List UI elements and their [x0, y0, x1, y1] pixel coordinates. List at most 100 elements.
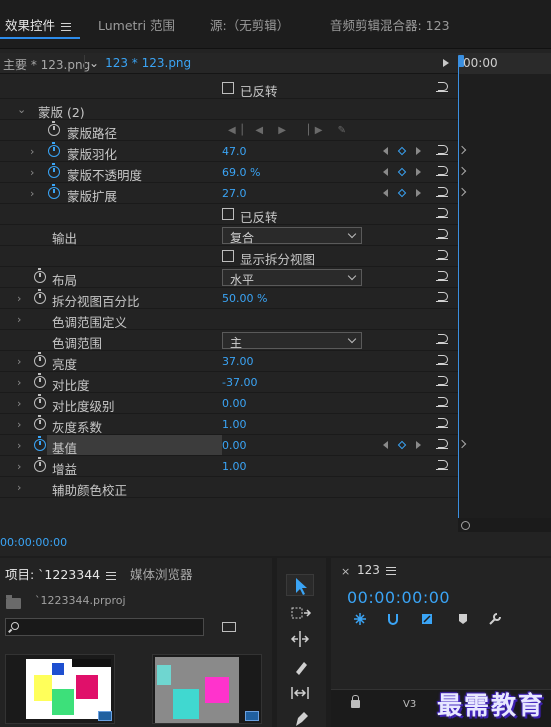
split-view-percent-value[interactable]: 50.00 % [222, 292, 267, 305]
zoom-handle[interactable] [461, 521, 470, 530]
reset-icon[interactable] [436, 228, 450, 240]
slip-tool-icon[interactable] [286, 682, 314, 704]
mask-opacity-value[interactable]: 69.0 % [222, 166, 260, 179]
stopwatch-icon[interactable] [34, 415, 46, 430]
search-input[interactable] [5, 618, 204, 636]
panel-menu-icon[interactable] [385, 566, 396, 575]
mask-path-track-controls[interactable]: ◀▏◀ ▶ ▕▶ ✎ [228, 125, 352, 136]
contrast-value[interactable]: -37.00 [222, 376, 257, 389]
tab-audio-clip-mixer[interactable]: 音频剪辑混合器: 123 [330, 15, 450, 34]
inverted-checkbox-1[interactable] [222, 82, 234, 94]
mask-expansion-value[interactable]: 27.0 [222, 187, 247, 200]
inverted-checkbox-2[interactable] [222, 208, 234, 220]
reset-icon[interactable] [436, 165, 450, 177]
marker-icon[interactable] [456, 612, 470, 626]
secondary-color-correction-label[interactable]: 辅助颜色校正 [52, 480, 127, 499]
keyframe-navigator[interactable] [383, 167, 423, 179]
wrench-icon[interactable] [488, 612, 502, 626]
chevron-right-icon[interactable]: › [17, 439, 21, 452]
tonal-range-dropdown[interactable]: 主 [222, 332, 362, 350]
layout-dropdown[interactable]: 水平 [222, 269, 362, 287]
chevron-right-icon[interactable]: › [17, 397, 21, 410]
show-split-view-checkbox[interactable] [222, 250, 234, 262]
reset-icon[interactable] [436, 81, 450, 93]
stopwatch-icon[interactable] [48, 163, 60, 178]
chevron-right-icon[interactable]: › [17, 481, 21, 494]
reset-icon[interactable] [436, 354, 450, 366]
tab-lumetri-scopes[interactable]: Lumetri 范围 [98, 15, 175, 34]
chevron-right-icon[interactable]: › [17, 292, 21, 305]
stopwatch-icon[interactable] [34, 289, 46, 304]
track-label-v3[interactable]: V3 [403, 699, 416, 710]
chevron-down-icon[interactable]: ⌄ [89, 56, 99, 70]
tab-program[interactable]: 123 [357, 563, 396, 577]
stopwatch-icon[interactable] [34, 352, 46, 367]
tab-source[interactable]: 源:（无剪辑） [210, 15, 289, 34]
stopwatch-icon[interactable] [48, 142, 60, 157]
mini-timeline-ruler[interactable]: 00:00 [458, 53, 551, 74]
stopwatch-icon[interactable] [34, 373, 46, 388]
reset-icon[interactable] [436, 333, 450, 345]
chevron-right-icon[interactable]: › [17, 355, 21, 368]
selection-tool-icon[interactable] [286, 574, 314, 596]
play-only-clip-audio-icon[interactable] [443, 59, 449, 67]
linked-selection-icon[interactable] [386, 612, 400, 626]
sequence-clip-label[interactable]: ⌄ 123 * 123.png [89, 56, 191, 70]
pedestal-value[interactable]: 0.00 [222, 439, 247, 452]
lock-icon[interactable] [351, 695, 360, 708]
chevron-right-icon[interactable]: › [17, 460, 21, 473]
stopwatch-icon[interactable] [34, 436, 46, 451]
stopwatch-icon[interactable] [34, 394, 46, 409]
gamma-value[interactable]: 1.00 [222, 418, 247, 431]
mask-feather-value[interactable]: 47.0 [222, 145, 247, 158]
clip-thumbnail[interactable] [152, 654, 262, 724]
add-marker-icon[interactable] [420, 612, 434, 626]
snap-icon[interactable] [353, 612, 367, 626]
reset-icon[interactable] [436, 291, 450, 303]
reset-icon[interactable] [436, 207, 450, 219]
panel-menu-icon[interactable] [106, 571, 117, 580]
contrast-level-value[interactable]: 0.00 [222, 397, 247, 410]
output-dropdown[interactable]: 复合 [222, 227, 362, 245]
new-bin-icon[interactable] [222, 622, 236, 632]
close-icon[interactable]: × [341, 565, 350, 578]
gain-value[interactable]: 1.00 [222, 460, 247, 473]
stopwatch-icon[interactable] [34, 268, 46, 283]
reset-icon[interactable] [436, 396, 450, 408]
chevron-right-icon[interactable]: › [30, 145, 34, 158]
brightness-value[interactable]: 37.00 [222, 355, 254, 368]
tonal-range-definition-label[interactable]: 色调范围定义 [52, 312, 127, 331]
chevron-right-icon[interactable]: › [17, 376, 21, 389]
stopwatch-icon[interactable] [48, 184, 60, 199]
chevron-right-icon[interactable]: › [17, 313, 21, 326]
reset-icon[interactable] [436, 417, 450, 429]
tab-effect-controls[interactable]: 效果控件 [5, 15, 72, 34]
mini-timeline-area[interactable] [458, 74, 551, 518]
tab-project[interactable]: 项目: `1223344 [5, 564, 117, 583]
keyframe-navigator[interactable] [383, 146, 423, 158]
reset-icon[interactable] [436, 144, 450, 156]
timeline-zoom-scrollbar[interactable] [458, 518, 551, 532]
panel-menu-icon[interactable] [61, 22, 72, 31]
chevron-right-icon[interactable]: › [17, 418, 21, 431]
chevron-right-icon[interactable]: › [30, 187, 34, 200]
reset-icon[interactable] [436, 249, 450, 261]
razor-tool-icon[interactable] [286, 656, 314, 678]
pen-tool-icon[interactable] [286, 708, 314, 727]
keyframe-navigator[interactable] [383, 188, 423, 200]
mask-2-label[interactable]: 蒙版 (2) [38, 102, 85, 121]
current-time-display[interactable]: 00:00:00:00 [0, 536, 67, 549]
track-select-tool-icon[interactable] [286, 602, 314, 624]
keyframe-navigator[interactable] [383, 440, 423, 452]
reset-icon[interactable] [436, 459, 450, 471]
reset-icon[interactable] [436, 375, 450, 387]
master-clip-label[interactable]: 主要 * 123.png [3, 56, 90, 73]
tab-media-browser[interactable]: 媒体浏览器 [130, 564, 193, 583]
reset-icon[interactable] [436, 186, 450, 198]
reset-icon[interactable] [436, 270, 450, 282]
stopwatch-icon[interactable] [48, 121, 60, 136]
reset-icon[interactable] [436, 438, 450, 450]
chevron-down-icon[interactable]: ⌄ [17, 103, 26, 116]
ripple-edit-tool-icon[interactable] [286, 628, 314, 650]
chevron-right-icon[interactable]: › [30, 166, 34, 179]
